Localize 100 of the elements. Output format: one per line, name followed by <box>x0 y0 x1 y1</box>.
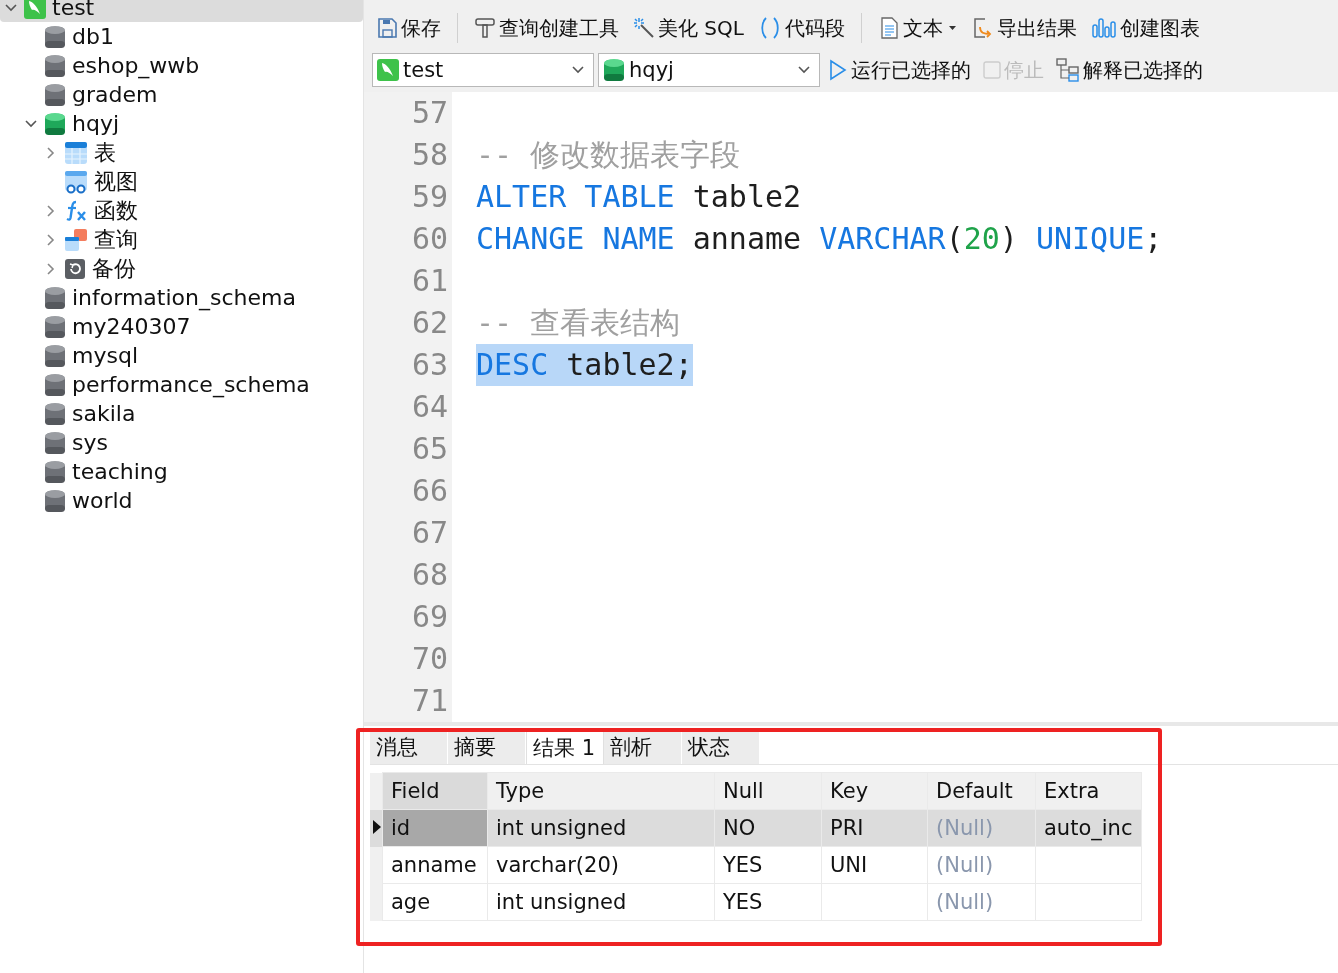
tree-label: 函数 <box>94 196 138 225</box>
table-cell: (Null) <box>936 816 994 840</box>
export-icon <box>971 17 994 39</box>
column-header[interactable]: Field <box>382 772 488 810</box>
tree-label: eshop_wwb <box>72 53 200 78</box>
database-icon <box>44 401 66 426</box>
table-cell: age <box>391 890 431 914</box>
tree-label: performance_schema <box>72 372 310 397</box>
tree-item[interactable]: db1 <box>0 22 363 51</box>
database-icon <box>44 459 66 484</box>
tree-label: 表 <box>94 138 116 167</box>
tree-item[interactable]: my240307 <box>0 312 363 341</box>
code-editor[interactable]: -- 修改数据表字段 ALTER TABLE table2 CHANGE NAME anname VARCHAR(20) UNIQUE; -- 查看表结构 DESC table2; <box>452 92 1338 722</box>
line-number: 70 <box>410 640 449 678</box>
tree-label: sakila <box>72 401 136 426</box>
toolbar-button[interactable]: 美化 SQL <box>629 12 748 44</box>
table-cell: int unsigned <box>496 816 627 840</box>
tree-item[interactable]: world <box>0 486 363 515</box>
table-cell: (Null) <box>936 853 994 877</box>
toolbar-button[interactable]: 查询创建工具 <box>470 12 623 44</box>
tree-label: teaching <box>72 459 168 484</box>
table-cell: auto_inc <box>1044 816 1133 840</box>
toolbar-button[interactable]: 创建图表 <box>1086 12 1204 44</box>
result-tab[interactable]: 结果 1 <box>526 730 604 764</box>
result-tab[interactable]: 消息 <box>370 730 448 764</box>
backup-icon <box>64 257 86 280</box>
tree-item[interactable]: 备份 <box>0 254 363 283</box>
toolbar-button[interactable]: 解释已选择的 <box>1052 54 1207 86</box>
table-cell: PRI <box>830 816 864 840</box>
result-tab[interactable]: 摘要 <box>448 730 526 764</box>
database-icon <box>44 343 66 368</box>
tree-item[interactable]: test <box>0 0 363 22</box>
tree-item[interactable]: performance_schema <box>0 370 363 399</box>
column-header[interactable]: Extra <box>1035 772 1142 810</box>
database-icon <box>44 488 66 513</box>
table-cell: YES <box>723 890 763 914</box>
toolbar-button[interactable]: 文本 <box>873 12 962 44</box>
line-number: 68 <box>410 556 449 594</box>
tree-item[interactable]: eshop_wwb <box>0 51 363 80</box>
table-cell: int unsigned <box>496 890 627 914</box>
table-cell: anname <box>391 853 477 877</box>
toolbar-button[interactable]: 导出结果 <box>967 12 1081 44</box>
column-header[interactable]: Type <box>487 772 715 810</box>
tree-item[interactable]: gradem <box>0 80 363 109</box>
tree-label: 备份 <box>92 254 136 283</box>
database-icon <box>44 82 66 107</box>
line-number: 64 <box>410 388 449 426</box>
tree-item[interactable]: 表 <box>0 138 363 167</box>
dolphin-icon <box>377 59 399 81</box>
toolbar-button[interactable]: 代码段 <box>753 12 849 44</box>
code-line: ALTER TABLE table2 <box>476 179 802 214</box>
table-cell: id <box>391 816 411 840</box>
database-icon <box>603 58 625 82</box>
result-tab[interactable]: 剖析 <box>604 730 682 764</box>
tree-label: hqyj <box>72 111 120 136</box>
line-number: 57 <box>410 94 449 132</box>
line-number: 61 <box>410 262 449 300</box>
tree-label: 查询 <box>94 225 138 254</box>
database-icon <box>44 372 66 397</box>
tree-item[interactable]: hqyj <box>0 109 363 138</box>
tree-item[interactable]: 函数 <box>0 196 363 225</box>
tree-label: my240307 <box>72 314 191 339</box>
table-cell: UNI <box>830 853 868 877</box>
column-header[interactable]: Null <box>714 772 822 810</box>
database-select[interactable]: hqyj <box>598 53 820 87</box>
line-number: 60 <box>410 220 449 258</box>
tree-item[interactable]: mysql <box>0 341 363 370</box>
database-icon <box>44 24 66 49</box>
tree-item[interactable]: information_schema <box>0 283 363 312</box>
magic-wand-icon <box>633 17 655 39</box>
table-cell: varchar(20) <box>496 853 619 877</box>
line-number: 67 <box>410 514 449 552</box>
tree-label: 视图 <box>94 167 138 196</box>
bar-chart-icon <box>1090 17 1117 39</box>
tree-item[interactable]: sakila <box>0 399 363 428</box>
column-header[interactable]: Key <box>821 772 928 810</box>
code-line: CHANGE NAME anname VARCHAR(20) UNIQUE; <box>476 221 1163 256</box>
line-number: 59 <box>410 178 449 216</box>
database-icon <box>44 53 66 78</box>
line-number: 65 <box>410 430 449 468</box>
code-line: -- 查看表结构 <box>476 305 681 340</box>
dolphin-icon <box>24 0 46 19</box>
column-header[interactable]: Default <box>927 772 1036 810</box>
toolbar-button[interactable]: 保存 <box>372 12 445 44</box>
result-tab[interactable]: 状态 <box>682 730 760 764</box>
tree-label: world <box>72 488 133 513</box>
tree-item[interactable]: sys <box>0 428 363 457</box>
tree-label: test <box>52 0 95 20</box>
connection-select[interactable]: test <box>372 53 594 87</box>
tree-item[interactable]: 查询 <box>0 225 363 254</box>
database-icon <box>44 285 66 310</box>
tree-item[interactable]: teaching <box>0 457 363 486</box>
tree-label: db1 <box>72 24 114 49</box>
database-icon <box>44 430 66 455</box>
table-cell: (Null) <box>936 890 994 914</box>
database-icon <box>44 111 66 136</box>
view-icon <box>64 169 88 194</box>
toolbar-button[interactable]: 运行已选择的 <box>824 54 975 86</box>
tree-item[interactable]: 视图 <box>0 167 363 196</box>
line-number: 66 <box>410 472 449 510</box>
